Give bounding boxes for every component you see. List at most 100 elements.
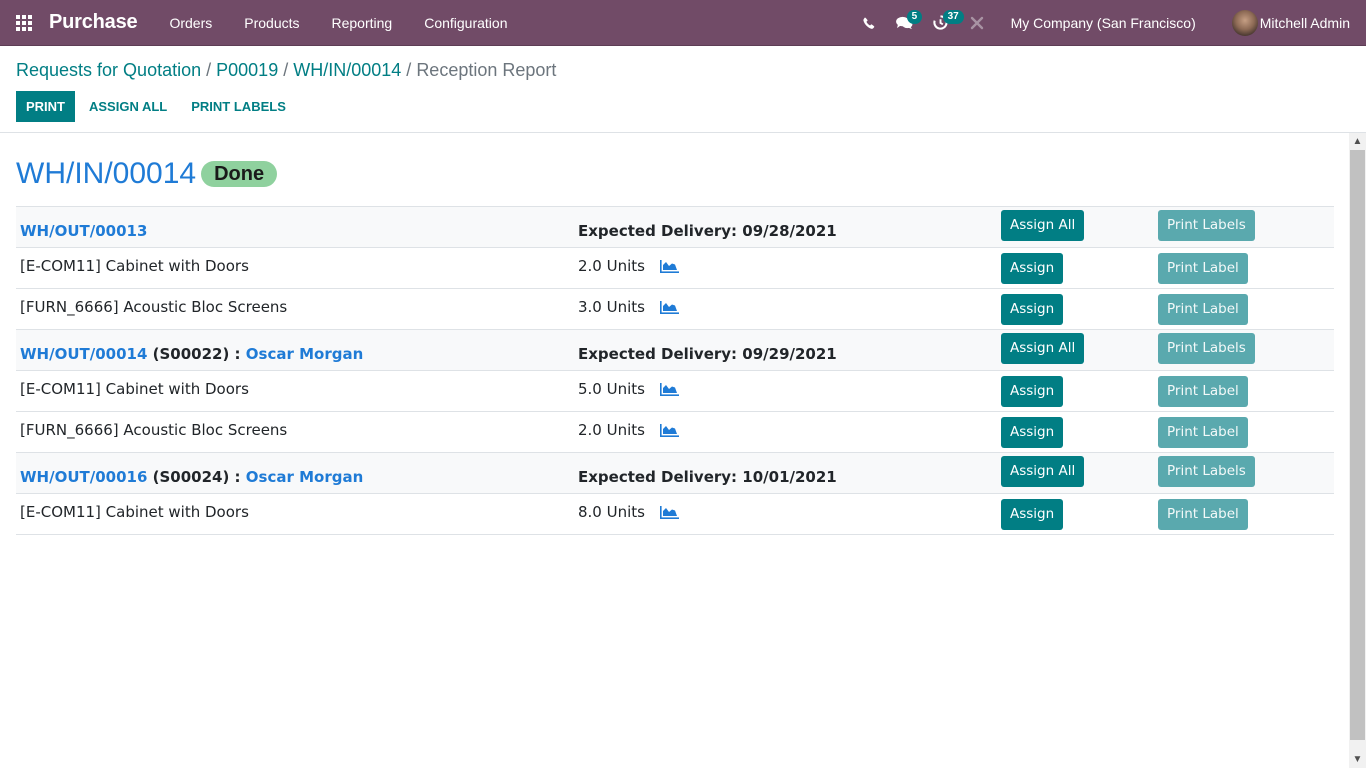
quantity-cell: 5.0 Units bbox=[574, 371, 997, 412]
move-line-row: [E-COM11] Cabinet with Doors 5.0 Units Ass… bbox=[16, 370, 1334, 412]
document-title[interactable]: WH/IN/00014 bbox=[16, 157, 196, 191]
quantity: 2.0 Units bbox=[578, 421, 645, 439]
scroll-up-arrow-icon[interactable]: ▲ bbox=[1349, 133, 1366, 150]
quantity: 2.0 Units bbox=[578, 257, 645, 275]
print-labels-group-button[interactable]: Print Labels bbox=[1158, 332, 1255, 364]
sale-order-ref: (S00024) : bbox=[152, 468, 241, 486]
breadcrumb-purchase-order[interactable]: P00019 bbox=[216, 60, 278, 80]
breadcrumb-separator: / bbox=[283, 60, 294, 80]
print-labels-cell: Print Labels bbox=[1154, 452, 1334, 494]
assign-cell: Assign bbox=[997, 289, 1154, 330]
quantity-cell: 8.0 Units bbox=[574, 494, 997, 535]
product-name: [FURN_6666] Acoustic Bloc Screens bbox=[20, 421, 288, 439]
assign-all-group-button[interactable]: Assign All bbox=[1001, 332, 1085, 364]
scroll-down-arrow-icon[interactable]: ▼ bbox=[1349, 751, 1366, 768]
print-button[interactable]: PRINT bbox=[16, 91, 75, 122]
move-line-row: [FURN_6666] Acoustic Bloc Screens 2.0 Uni… bbox=[16, 411, 1334, 453]
product-name: [FURN_6666] Acoustic Bloc Screens bbox=[20, 298, 288, 316]
quantity-cell: 2.0 Units bbox=[574, 412, 997, 453]
expected-delivery: Expected Delivery: 09/28/2021 bbox=[574, 206, 997, 248]
vertical-scrollbar[interactable]: ▲ ▼ bbox=[1349, 133, 1366, 768]
picking-group-row: WH/OUT/00013 Expected Delivery: 09/28/202… bbox=[16, 206, 1334, 248]
print-labels-group-button[interactable]: Print Labels bbox=[1158, 209, 1255, 241]
company-switcher[interactable]: My Company (San Francisco) bbox=[1011, 15, 1196, 31]
assign-button[interactable]: Assign bbox=[1001, 375, 1064, 407]
assign-all-group-button[interactable]: Assign All bbox=[1001, 455, 1085, 487]
messages-button[interactable]: 5 bbox=[887, 0, 923, 46]
product-name: [E-COM11] Cabinet with Doors bbox=[20, 257, 249, 275]
menu-products[interactable]: Products bbox=[228, 15, 315, 31]
picking-link[interactable]: WH/OUT/00014 bbox=[20, 345, 147, 363]
move-line-row: [E-COM11] Cabinet with Doors 2.0 Units Ass… bbox=[16, 247, 1334, 289]
partner-link[interactable]: Oscar Morgan bbox=[246, 345, 363, 363]
quantity-cell: 3.0 Units bbox=[574, 289, 997, 330]
assign-all-cell: Assign All bbox=[997, 452, 1154, 494]
forecast-chart-icon[interactable] bbox=[659, 505, 679, 519]
avatar bbox=[1231, 9, 1258, 36]
assign-cell: Assign bbox=[997, 412, 1154, 453]
picking-cell: WH/OUT/00013 bbox=[16, 206, 574, 248]
assign-all-cell: Assign All bbox=[997, 206, 1154, 248]
forecast-chart-icon[interactable] bbox=[659, 423, 679, 437]
print-label-button[interactable]: Print Label bbox=[1158, 293, 1248, 325]
breadcrumb-separator: / bbox=[206, 60, 217, 80]
assign-all-cell: Assign All bbox=[997, 329, 1154, 371]
quantity: 8.0 Units bbox=[578, 503, 645, 521]
apps-grid-icon[interactable] bbox=[16, 14, 34, 32]
print-labels-cell: Print Labels bbox=[1154, 329, 1334, 371]
forecast-chart-icon[interactable] bbox=[659, 259, 679, 273]
print-label-cell: Print Label bbox=[1154, 412, 1334, 453]
product-name: [E-COM11] Cabinet with Doors bbox=[20, 503, 249, 521]
forecast-chart-icon[interactable] bbox=[659, 300, 679, 314]
assign-all-button[interactable]: ASSIGN ALL bbox=[79, 91, 177, 122]
menu-reporting[interactable]: Reporting bbox=[316, 15, 409, 31]
expected-delivery: Expected Delivery: 09/29/2021 bbox=[574, 329, 997, 371]
breadcrumb-separator: / bbox=[406, 60, 417, 80]
assign-button[interactable]: Assign bbox=[1001, 498, 1064, 530]
product-name: [E-COM11] Cabinet with Doors bbox=[20, 380, 249, 398]
quantity: 3.0 Units bbox=[578, 298, 645, 316]
app-name[interactable]: Purchase bbox=[49, 11, 138, 34]
print-label-button[interactable]: Print Label bbox=[1158, 375, 1248, 407]
assign-cell: Assign bbox=[997, 494, 1154, 535]
breadcrumb-current: Reception Report bbox=[416, 60, 557, 80]
assign-button[interactable]: Assign bbox=[1001, 416, 1064, 448]
activities-button[interactable]: 37 bbox=[923, 0, 964, 46]
picking-group-row: WH/OUT/00016 (S00024) : Oscar Morgan Expe… bbox=[16, 452, 1334, 494]
partner-link[interactable]: Oscar Morgan bbox=[246, 468, 363, 486]
systray: 5 37 My Company (San Francisco) Mitchell… bbox=[851, 0, 1366, 46]
menu-orders[interactable]: Orders bbox=[153, 15, 228, 31]
breadcrumb-receipt[interactable]: WH/IN/00014 bbox=[293, 60, 401, 80]
picking-group-row: WH/OUT/00014 (S00022) : Oscar Morgan Expe… bbox=[16, 329, 1334, 371]
print-labels-button[interactable]: PRINT LABELS bbox=[181, 91, 296, 122]
forecast-chart-icon[interactable] bbox=[659, 382, 679, 396]
status-badge: Done bbox=[201, 161, 278, 187]
debug-tools-button[interactable] bbox=[959, 0, 995, 46]
reception-report-table: WH/OUT/00013 Expected Delivery: 09/28/202… bbox=[16, 206, 1334, 535]
assign-button[interactable]: Assign bbox=[1001, 293, 1064, 325]
action-buttons: PRINT ASSIGN ALL PRINT LABELS bbox=[16, 91, 300, 122]
move-line-row: [FURN_6666] Acoustic Bloc Screens 3.0 Uni… bbox=[16, 288, 1334, 330]
assign-all-group-button[interactable]: Assign All bbox=[1001, 209, 1085, 241]
picking-cell: WH/OUT/00014 (S00022) : Oscar Morgan bbox=[16, 329, 574, 371]
expected-delivery: Expected Delivery: 10/01/2021 bbox=[574, 452, 997, 494]
sale-order-ref: (S00022) : bbox=[152, 345, 241, 363]
print-label-button[interactable]: Print Label bbox=[1158, 416, 1248, 448]
report-content: WH/IN/00014 Done WH/OUT/00013 Expected De… bbox=[16, 133, 1334, 535]
picking-link[interactable]: WH/OUT/00013 bbox=[20, 222, 147, 240]
report-header: WH/IN/00014 Done bbox=[16, 157, 1334, 191]
breadcrumb-rfq[interactable]: Requests for Quotation bbox=[16, 60, 201, 80]
assign-button[interactable]: Assign bbox=[1001, 252, 1064, 284]
menu-configuration[interactable]: Configuration bbox=[408, 15, 523, 31]
scrollbar-thumb[interactable] bbox=[1350, 150, 1365, 740]
phone-button[interactable] bbox=[851, 0, 887, 46]
control-panel: Requests for Quotation / P00019 / WH/IN/… bbox=[0, 46, 1366, 133]
print-label-button[interactable]: Print Label bbox=[1158, 252, 1248, 284]
user-menu[interactable]: Mitchell Admin bbox=[1231, 9, 1350, 36]
print-label-cell: Print Label bbox=[1154, 289, 1334, 330]
print-label-button[interactable]: Print Label bbox=[1158, 498, 1248, 530]
print-labels-group-button[interactable]: Print Labels bbox=[1158, 455, 1255, 487]
print-label-cell: Print Label bbox=[1154, 248, 1334, 289]
picking-link[interactable]: WH/OUT/00016 bbox=[20, 468, 147, 486]
quantity-cell: 2.0 Units bbox=[574, 248, 997, 289]
